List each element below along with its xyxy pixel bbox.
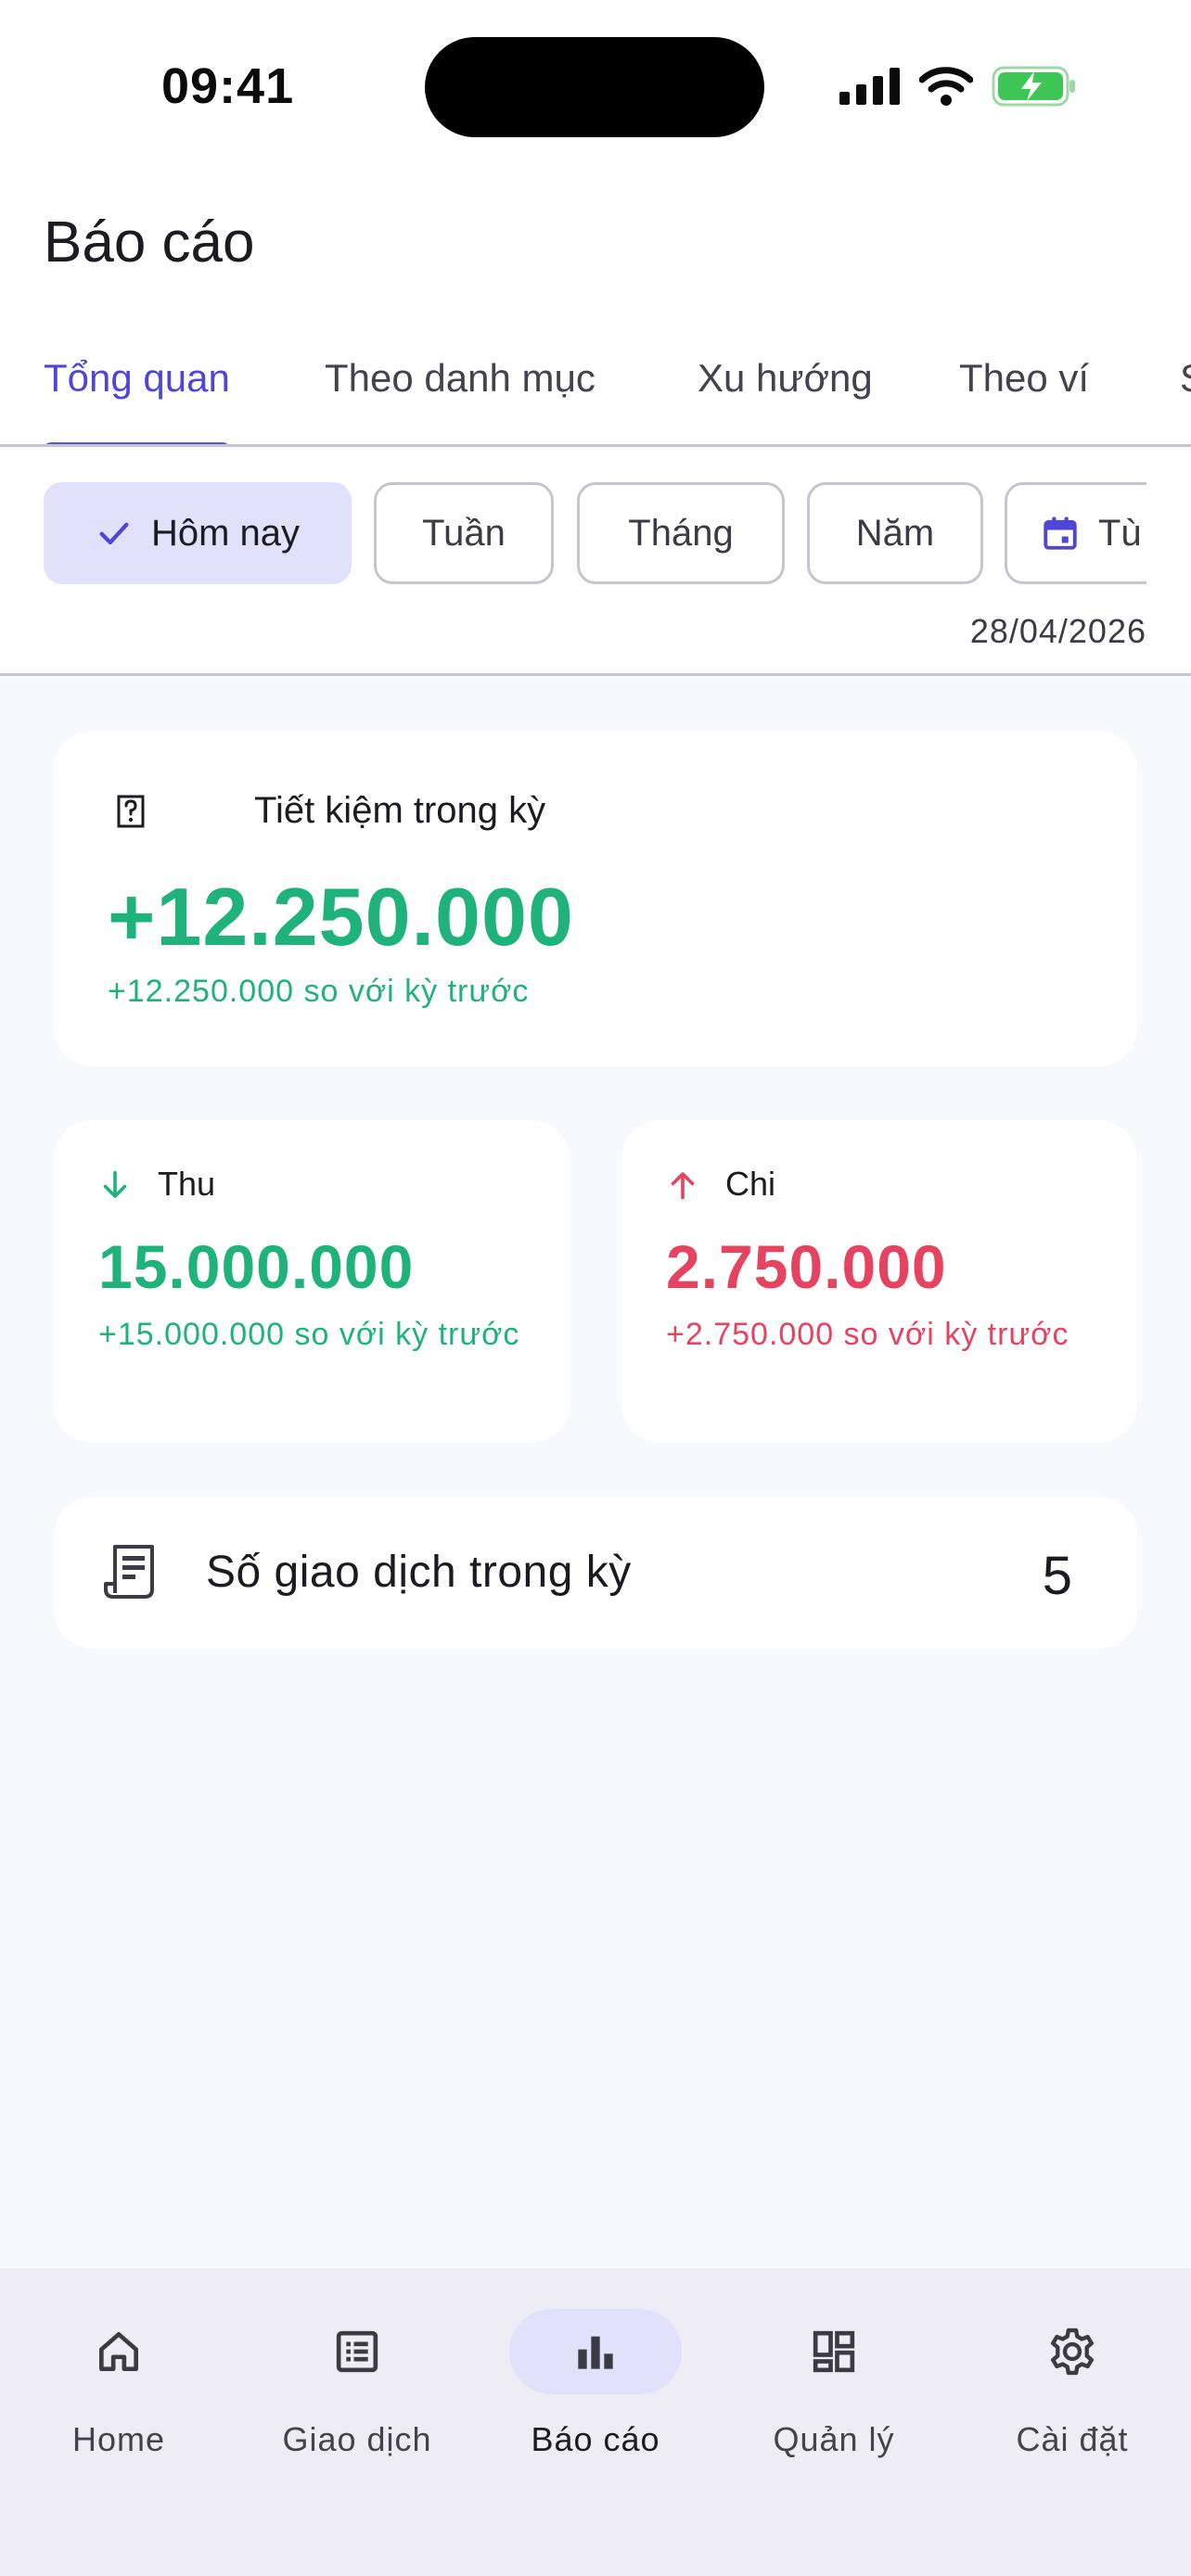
date-range: 28/04/2026 — [969, 612, 1146, 650]
savings-delta: +12.250.000 so với kỳ trước — [108, 974, 530, 1009]
cellular-signal-icon — [839, 68, 900, 105]
unknown-icon — [117, 795, 145, 828]
home-icon — [99, 2332, 139, 2371]
nav-reports-label: Báo cáo — [531, 2420, 660, 2458]
chip-custom-range-label: Tù — [1098, 512, 1142, 554]
tab-by-category[interactable]: Theo danh mục — [325, 356, 596, 444]
nav-home-label: Home — [71, 2420, 166, 2458]
tab-by-wallet[interactable]: Theo ví — [959, 356, 1089, 444]
report-tabs: Tổng quan Theo danh mục Xu hướng Theo ví… — [0, 343, 1191, 447]
expense-card: Chi 2.750.000 +2.750.000 so với kỳ trước — [621, 1120, 1137, 1443]
page-title: Báo cáo — [44, 210, 255, 274]
status-bar: 09:41 — [0, 0, 1191, 176]
nav-home-pill — [32, 2309, 205, 2394]
battery-charging-icon — [992, 66, 1075, 107]
tab-overview[interactable]: Tổng quan — [44, 356, 230, 444]
chip-today[interactable]: Hôm nay — [44, 482, 352, 584]
list-icon — [336, 2330, 378, 2373]
nav-manage[interactable]: Quản lý — [723, 2309, 945, 2476]
income-value: 15.000.000 — [98, 1232, 415, 1301]
dynamic-island — [425, 37, 764, 137]
check-icon — [99, 522, 129, 545]
nav-settings-label: Cài đặt — [1016, 2420, 1129, 2458]
nav-transactions[interactable]: Giao dịch — [246, 2309, 468, 2476]
arrow-down-icon — [103, 1170, 127, 1198]
bar-chart-icon — [578, 2336, 613, 2369]
income-card: Thu 15.000.000 +15.000.000 so với kỳ trư… — [54, 1120, 570, 1443]
nav-home[interactable]: Home — [7, 2309, 230, 2476]
tab-trends[interactable]: Xu hướng — [698, 356, 873, 444]
period-filter-chips: Hôm nay Tuần Tháng Năm Tù — [0, 482, 1146, 586]
filter-divider — [0, 673, 1191, 676]
savings-value: +12.250.000 — [108, 871, 574, 963]
chip-year-label: Năm — [855, 512, 935, 554]
transaction-count-label: Số giao dịch trong kỳ — [206, 1548, 632, 1597]
nav-reports[interactable]: Báo cáo — [484, 2309, 707, 2476]
savings-card: Tiết kiệm trong kỳ +12.250.000 +12.250.0… — [54, 731, 1137, 1066]
calendar-icon — [1044, 516, 1077, 550]
gear-icon — [1051, 2327, 1094, 2376]
nav-settings-pill — [986, 2309, 1159, 2394]
chip-custom-range[interactable]: Tù — [1005, 482, 1146, 584]
tab-more[interactable]: S — [1180, 356, 1191, 444]
nav-reports-pill — [509, 2309, 682, 2394]
expense-value: 2.750.000 — [666, 1232, 947, 1301]
nav-transactions-pill — [271, 2309, 443, 2394]
status-time: 09:41 — [161, 58, 295, 114]
bottom-nav: Home Giao dịch Báo cáo Quản lý Cài đặt — [0, 2268, 1191, 2576]
nav-manage-pill — [748, 2309, 920, 2394]
nav-settings[interactable]: Cài đặt — [961, 2309, 1184, 2476]
chip-month[interactable]: Tháng — [577, 482, 785, 584]
dashboard-icon — [813, 2330, 855, 2373]
chip-year[interactable]: Năm — [807, 482, 983, 584]
expense-delta: +2.750.000 so với kỳ trước — [666, 1317, 1069, 1352]
arrow-up-icon — [671, 1172, 695, 1200]
chip-week-label: Tuần — [422, 512, 506, 554]
income-delta: +15.000.000 so với kỳ trước — [98, 1317, 520, 1352]
receipt-icon — [104, 1545, 154, 1599]
chip-today-label: Hôm nay — [150, 512, 301, 554]
chip-week[interactable]: Tuần — [374, 482, 554, 584]
transaction-count-value: 5 — [1042, 1546, 1072, 1606]
savings-label: Tiết kiệm trong kỳ — [254, 790, 546, 831]
status-icons — [839, 63, 1077, 109]
wifi-icon — [919, 67, 973, 106]
chip-month-label: Tháng — [628, 512, 734, 554]
transaction-count-card[interactable]: Số giao dịch trong kỳ 5 — [54, 1497, 1137, 1649]
nav-manage-label: Quản lý — [773, 2420, 895, 2458]
nav-transactions-label: Giao dịch — [282, 2420, 432, 2458]
expense-label: Chi — [725, 1165, 776, 1203]
income-label: Thu — [158, 1165, 216, 1203]
